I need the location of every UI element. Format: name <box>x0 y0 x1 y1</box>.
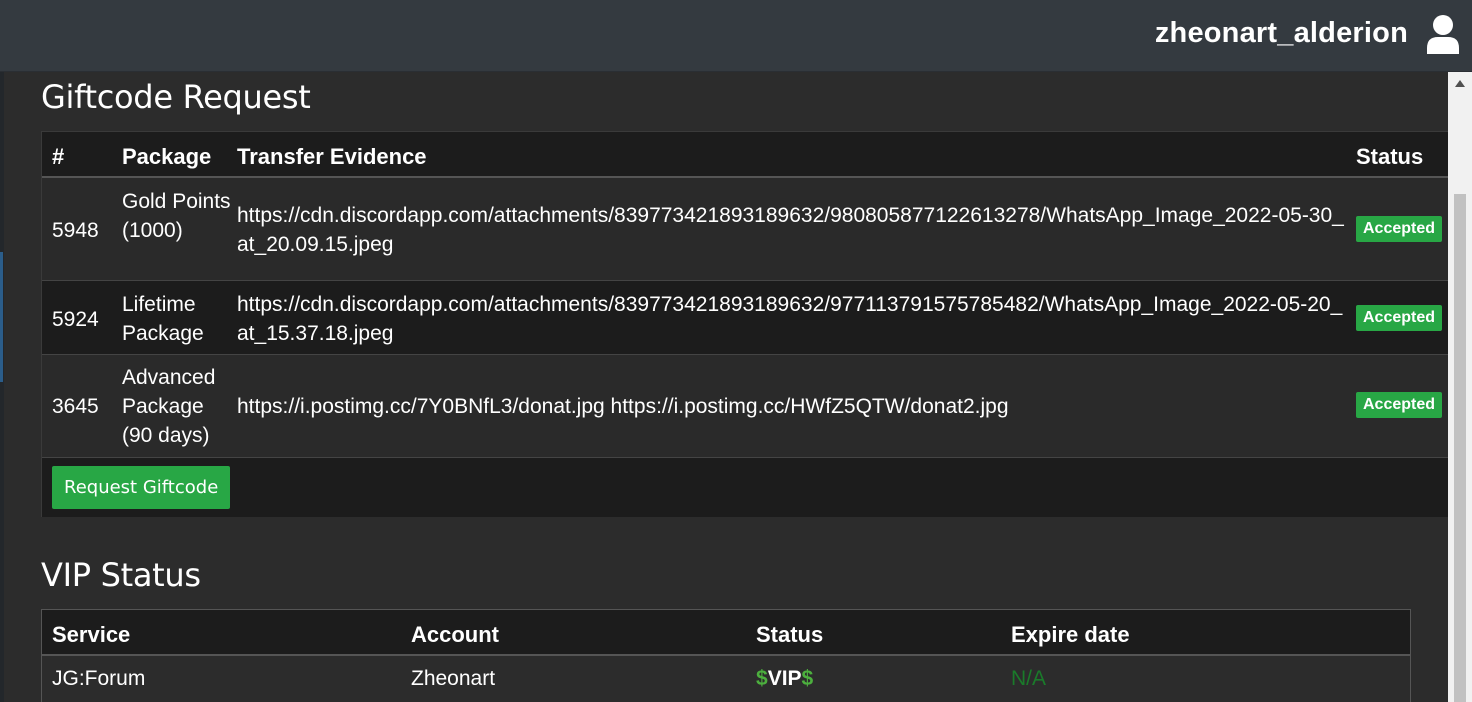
col-account: Account <box>411 622 499 647</box>
username-label[interactable]: zheonart_alderion <box>1155 17 1408 50</box>
status-badge: Accepted <box>1356 305 1443 331</box>
scroll-thumb[interactable] <box>1454 194 1466 702</box>
main-content: Giftcode Request # Package Transfer Evid… <box>4 72 1448 702</box>
row-id: 5924 <box>52 308 99 331</box>
status-badge: Accepted <box>1356 392 1443 418</box>
vertical-scrollbar[interactable] <box>1448 72 1472 702</box>
vip-status-suffix: $ <box>801 667 814 690</box>
row-evidence[interactable]: https://cdn.discordapp.com/attachments/8… <box>237 290 1347 348</box>
top-navbar: zheonart_alderion <box>0 0 1472 72</box>
col-expire: Expire date <box>1011 622 1130 647</box>
request-giftcode-button[interactable]: Request Giftcode <box>52 466 231 509</box>
vip-table: Service Account Status Expire date JG:Fo… <box>41 609 1411 702</box>
table-row: JG:Forum Zheonart $VIP$ N/A <box>42 656 1410 702</box>
vip-status-prefix: $ <box>756 667 768 690</box>
status-badge: Accepted <box>1356 216 1443 242</box>
col-number: # <box>52 144 65 169</box>
scroll-up-arrow-icon[interactable] <box>1455 80 1465 87</box>
vip-expire-date: N/A <box>1011 667 1047 690</box>
col-status: Status <box>756 622 824 647</box>
vip-status-value: VIP <box>767 667 802 690</box>
row-evidence[interactable]: https://cdn.discordapp.com/attachments/8… <box>237 201 1347 259</box>
vip-account: Zheonart <box>411 667 496 690</box>
row-id: 3645 <box>52 395 99 418</box>
table-row: 5948 Gold Points (1000) https://cdn.disc… <box>42 178 1448 281</box>
col-evidence: Transfer Evidence <box>237 144 427 169</box>
col-package: Package <box>122 144 212 169</box>
table-row: 3645 Advanced Package (90 days) https://… <box>42 355 1448 458</box>
row-evidence[interactable]: https://i.postimg.cc/7Y0BNfL3/donat.jpg … <box>237 392 1347 421</box>
row-package: Gold Points (1000) <box>122 190 231 242</box>
row-package: Advanced Package (90 days) <box>122 366 216 447</box>
giftcode-table: # Package Transfer Evidence Status 5948 … <box>41 131 1448 517</box>
giftcode-title: Giftcode Request <box>41 78 311 116</box>
vip-table-header: Service Account Status Expire date <box>42 610 1410 656</box>
vip-title: VIP Status <box>41 556 201 594</box>
table-row: 5924 Lifetime Package https://cdn.discor… <box>42 281 1448 355</box>
user-icon[interactable] <box>1426 14 1460 54</box>
col-service: Service <box>52 622 131 647</box>
vip-service: JG:Forum <box>52 667 146 690</box>
table-footer: Request Giftcode <box>42 458 1448 517</box>
row-id: 5948 <box>52 219 99 242</box>
giftcode-table-header: # Package Transfer Evidence Status <box>42 131 1448 178</box>
col-status: Status <box>1356 144 1424 169</box>
row-package: Lifetime Package <box>122 293 204 345</box>
vip-status: $VIP$ <box>756 667 813 691</box>
